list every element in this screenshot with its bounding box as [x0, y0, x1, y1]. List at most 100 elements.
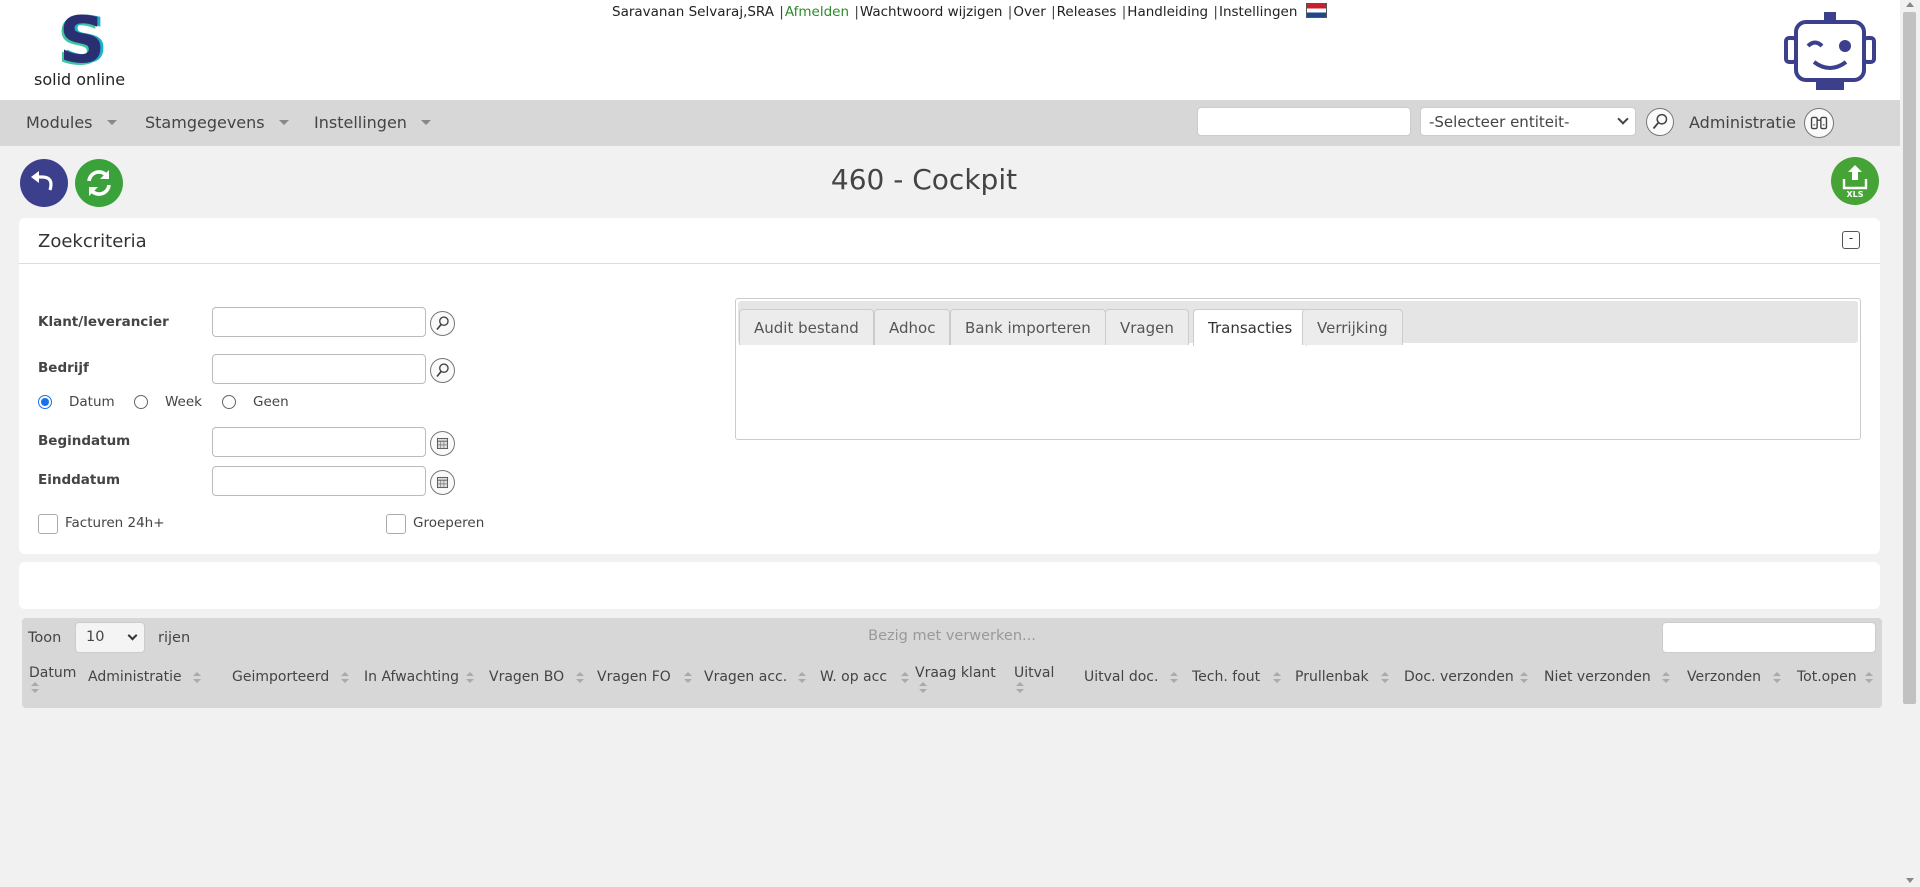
radio-date-label: Datum [69, 394, 115, 410]
column-header-questions-fo[interactable]: Vragen FO [597, 669, 671, 685]
sort-icon[interactable] [31, 682, 39, 694]
column-header-tech-error[interactable]: Tech. fout [1192, 669, 1260, 685]
radio-date[interactable] [38, 395, 52, 409]
end-date-input[interactable] [212, 466, 426, 496]
sort-icon[interactable] [1016, 682, 1024, 694]
end-date-label: Einddatum [38, 472, 121, 488]
sort-icon[interactable] [1170, 672, 1178, 684]
entity-select-value: -Selecteer entiteit- [1429, 113, 1570, 131]
sort-icon[interactable] [1273, 672, 1281, 684]
nav-modules[interactable]: Modules [26, 113, 117, 132]
invoices-24h-checkbox[interactable] [38, 514, 58, 534]
column-header-pending[interactable]: In Afwachting [364, 669, 459, 685]
radio-none-label: Geen [253, 394, 289, 410]
change-password-link[interactable]: Wachtwoord wijzigen [860, 4, 1003, 20]
table-search-input[interactable] [1662, 622, 1876, 653]
netherlands-flag-icon[interactable] [1305, 3, 1327, 18]
sort-icon[interactable] [576, 672, 584, 684]
tab-strip: Audit bestand Adhoc Bank importeren Vrag… [738, 301, 1858, 346]
group-label: Groeperen [413, 515, 485, 531]
panel-title: Zoekcriteria [38, 231, 147, 252]
sort-icon[interactable] [919, 682, 927, 694]
magnifier-icon[interactable] [430, 358, 455, 383]
tab-audit-file[interactable]: Audit bestand [739, 309, 874, 345]
radio-none[interactable] [222, 395, 236, 409]
administration-label: Administratie [1689, 113, 1796, 132]
user-name: Saravanan Selvaraj,SRA [612, 4, 774, 20]
sort-icon[interactable] [901, 672, 909, 684]
column-header-administration[interactable]: Administratie [88, 669, 182, 685]
column-header-not-sent[interactable]: Niet verzonden [1544, 669, 1651, 685]
company-input[interactable] [212, 354, 426, 384]
entity-select[interactable]: -Selecteer entiteit- [1420, 107, 1636, 136]
caret-down-icon [278, 120, 289, 125]
column-header-date[interactable]: Datum [29, 665, 76, 681]
column-header-questions-bo[interactable]: Vragen BO [489, 669, 564, 685]
radio-week-label: Week [165, 394, 202, 410]
robot-icon[interactable] [1782, 8, 1878, 94]
tab-adhoc[interactable]: Adhoc [874, 309, 951, 345]
nav-master-data[interactable]: Stamgegevens [145, 113, 289, 132]
sort-icon[interactable] [684, 672, 692, 684]
entity-search-button[interactable] [1646, 108, 1674, 136]
sort-icon[interactable] [798, 672, 806, 684]
calendar-icon[interactable] [430, 470, 455, 495]
binoculars-icon[interactable] [1804, 108, 1834, 138]
tabs-container: Audit bestand Adhoc Bank importeren Vrag… [735, 298, 1861, 440]
scroll-up-icon[interactable] [1906, 2, 1914, 7]
logo-letter: S [58, 4, 106, 78]
sort-icon[interactable] [193, 672, 201, 684]
column-header-sent[interactable]: Verzonden [1687, 669, 1761, 685]
column-header-dropout[interactable]: Uitval [1014, 665, 1054, 681]
solid-online-logo[interactable]: S solid online [30, 8, 135, 90]
scrollbar-thumb[interactable] [1903, 12, 1916, 704]
tab-transactions[interactable]: Transacties [1193, 309, 1308, 346]
sort-icon[interactable] [1520, 672, 1528, 684]
collapse-button[interactable]: - [1842, 231, 1860, 249]
top-links: Saravanan Selvaraj,SRA |Afmelden |Wachtw… [612, 3, 1327, 20]
logout-link[interactable]: Afmelden [785, 4, 849, 20]
releases-link[interactable]: Releases [1057, 4, 1117, 20]
about-link[interactable]: Over [1013, 4, 1045, 20]
magnifier-icon[interactable] [430, 311, 455, 336]
column-header-total-open[interactable]: Tot.open [1797, 669, 1857, 685]
radio-week[interactable] [134, 395, 148, 409]
panel-header: Zoekcriteria - [19, 218, 1880, 264]
nav-settings-label: Instellingen [314, 113, 407, 132]
customer-supplier-label: Klant/leverancier [38, 314, 169, 330]
column-header-trash[interactable]: Prullenbak [1295, 669, 1369, 685]
caret-down-icon [106, 120, 117, 125]
invoices-24h-label: Facturen 24h+ [65, 515, 165, 531]
settings-link[interactable]: Instellingen [1219, 4, 1297, 20]
column-header-dropout-doc[interactable]: Uitval doc. [1084, 669, 1158, 685]
xls-export-button[interactable]: XLS [1831, 157, 1879, 205]
caret-down-icon [420, 120, 431, 125]
sort-icon[interactable] [466, 672, 474, 684]
calendar-icon[interactable] [430, 431, 455, 456]
start-date-input[interactable] [212, 427, 426, 457]
sort-icon[interactable] [1662, 672, 1670, 684]
tab-questions[interactable]: Vragen [1105, 309, 1189, 345]
customer-supplier-input[interactable] [212, 307, 426, 337]
sort-icon[interactable] [1773, 672, 1781, 684]
page-scrollbar[interactable] [1900, 0, 1920, 887]
processing-indicator: Bezig met verwerken... [868, 628, 1036, 644]
group-checkbox[interactable] [386, 514, 406, 534]
tab-enrichment[interactable]: Verrijking [1302, 309, 1403, 345]
start-date-label: Begindatum [38, 433, 131, 449]
sort-icon[interactable] [341, 672, 349, 684]
global-search-input[interactable] [1197, 107, 1411, 136]
scroll-down-icon[interactable] [1906, 878, 1914, 883]
top-header: S solid online Saravanan Selvaraj,SRA |A… [0, 0, 1900, 100]
column-header-questions-acc[interactable]: Vragen acc. [704, 669, 787, 685]
column-header-waiting-acc[interactable]: W. op acc [820, 669, 887, 685]
nav-settings[interactable]: Instellingen [314, 113, 431, 132]
column-header-question-customer[interactable]: Vraag klant [915, 665, 996, 681]
sort-icon[interactable] [1381, 672, 1389, 684]
sort-icon[interactable] [1865, 672, 1873, 684]
column-header-imported[interactable]: Geimporteerd [232, 669, 329, 685]
nav-master-data-label: Stamgegevens [145, 113, 265, 132]
tab-bank-import[interactable]: Bank importeren [950, 309, 1106, 345]
manual-link[interactable]: Handleiding [1127, 4, 1208, 20]
column-header-docs-sent[interactable]: Doc. verzonden [1404, 669, 1514, 685]
